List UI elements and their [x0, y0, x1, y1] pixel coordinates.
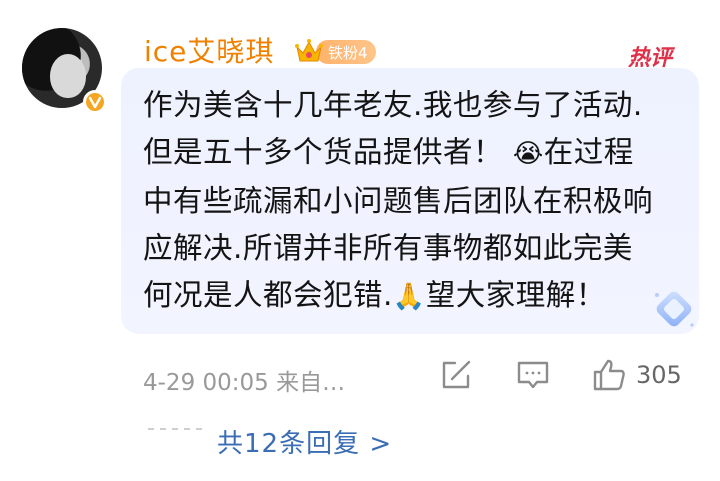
comment-icon — [517, 361, 549, 389]
verified-badge-icon — [83, 90, 107, 114]
reply-divider — [148, 428, 202, 430]
comment-line: 但是五十多个货品提供者！ — [143, 135, 504, 169]
comment-line: 望大家理解！ — [425, 278, 606, 312]
avatar-face — [50, 54, 86, 98]
crying-emoji-icon: 😭 — [512, 139, 544, 169]
comment-line: 何况是人都会犯错. — [143, 278, 393, 312]
thumbs-up-icon — [593, 359, 625, 391]
comment-meta: 4-29 00:05 来自… — [143, 370, 346, 396]
like-button[interactable]: 305 — [592, 357, 682, 393]
diamond-decoration-icon — [655, 291, 694, 327]
comment-line: 中有些疏漏和小问题售后团队在积极响 — [143, 184, 654, 218]
comment-line: 应解决.所谓并非所有事物都如此完美 — [143, 231, 633, 265]
crown-icon — [294, 37, 324, 67]
share-button[interactable] — [440, 357, 474, 393]
fan-badge-label: 铁粉4 — [316, 40, 376, 64]
comment-line: 在过程 — [543, 135, 634, 169]
like-count: 305 — [636, 361, 682, 389]
username[interactable]: ice艾晓琪 — [144, 30, 274, 70]
share-icon — [442, 360, 471, 389]
reply-button[interactable] — [516, 357, 550, 393]
comment-text: 作为美含十几年老友.我也参与了活动. 但是五十多个货品提供者！ 😭在过程 中有些… — [143, 82, 688, 321]
comment-line: 作为美含十几年老友.我也参与了活动. — [143, 88, 643, 122]
praying-hands-emoji-icon: 🙏 — [392, 282, 426, 312]
fan-badge[interactable]: 铁粉4 — [294, 37, 376, 67]
view-replies-link[interactable]: 共12条回复 > — [217, 423, 392, 460]
